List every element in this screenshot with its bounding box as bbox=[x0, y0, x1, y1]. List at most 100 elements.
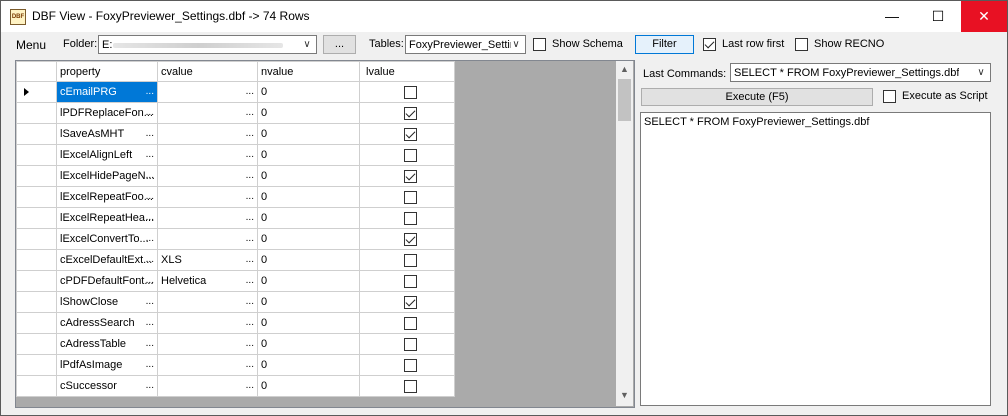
lvalue-checkbox[interactable] bbox=[404, 86, 417, 99]
ellipsis-button[interactable]: ... bbox=[146, 107, 154, 118]
cell-property[interactable]: cSuccessor... bbox=[56, 375, 158, 397]
cell-nvalue[interactable]: 0 bbox=[257, 228, 360, 250]
column-header-nvalue[interactable]: nvalue bbox=[257, 61, 360, 82]
lvalue-checkbox[interactable] bbox=[404, 212, 417, 225]
cell-nvalue[interactable]: 0 bbox=[257, 291, 360, 313]
table-row[interactable]: lPdfAsImage...... 0 bbox=[16, 354, 455, 376]
cell-property[interactable]: lExcelHidePageN...... bbox=[56, 165, 158, 187]
table-row[interactable]: cAdressSearch...... 0 bbox=[16, 312, 455, 334]
lvalue-checkbox[interactable] bbox=[404, 191, 417, 204]
cell-property[interactable]: lExcelConvertTo...... bbox=[56, 228, 158, 250]
cell-cvalue[interactable]: ... bbox=[157, 144, 258, 166]
cell-cvalue[interactable]: XLS... bbox=[157, 249, 258, 271]
cell-property[interactable]: cAdressSearch... bbox=[56, 312, 158, 334]
cell-property[interactable]: lExcelRepeatFoo...... bbox=[56, 186, 158, 208]
cell-cvalue[interactable]: ... bbox=[157, 291, 258, 313]
row-header[interactable] bbox=[16, 165, 57, 187]
cell-nvalue[interactable]: 0 bbox=[257, 165, 360, 187]
column-header-property[interactable]: property bbox=[56, 61, 158, 82]
lvalue-checkbox[interactable] bbox=[404, 380, 417, 393]
show-schema-checkbox[interactable] bbox=[533, 38, 546, 51]
last-row-first-checkbox[interactable] bbox=[703, 38, 716, 51]
cell-nvalue[interactable]: 0 bbox=[257, 354, 360, 376]
ellipsis-button[interactable]: ... bbox=[146, 275, 154, 286]
cell-nvalue[interactable]: 0 bbox=[257, 312, 360, 334]
ellipsis-button[interactable]: ... bbox=[146, 191, 154, 202]
ellipsis-button[interactable]: ... bbox=[246, 86, 254, 97]
tables-combo[interactable]: FoxyPreviewer_Settir ∨ bbox=[405, 35, 526, 54]
last-commands-combo[interactable]: SELECT * FROM FoxyPreviewer_Settings.dbf… bbox=[730, 63, 991, 82]
close-button[interactable]: ✕ bbox=[961, 1, 1007, 32]
cell-cvalue[interactable]: ... bbox=[157, 207, 258, 229]
scroll-thumb[interactable] bbox=[618, 79, 631, 121]
cell-nvalue[interactable]: 0 bbox=[257, 102, 360, 124]
lvalue-checkbox[interactable] bbox=[404, 107, 417, 120]
cell-nvalue[interactable]: 0 bbox=[257, 186, 360, 208]
table-row[interactable]: cPDFDefaultFont...... Helvetica... 0 bbox=[16, 270, 455, 292]
cell-property[interactable]: lPDFReplaceFon...... bbox=[56, 102, 158, 124]
table-row[interactable]: lExcelRepeatHea......... 0 bbox=[16, 207, 455, 229]
ellipsis-button[interactable]: ... bbox=[146, 380, 154, 391]
row-header[interactable] bbox=[16, 333, 57, 355]
lvalue-checkbox[interactable] bbox=[404, 296, 417, 309]
cell-cvalue[interactable]: ... bbox=[157, 354, 258, 376]
execute-button[interactable]: Execute (F5) bbox=[641, 88, 873, 106]
table-row[interactable]: cEmailPRG...... 0 bbox=[16, 81, 455, 103]
ellipsis-button[interactable]: ... bbox=[246, 296, 254, 307]
folder-combo[interactable]: E: ∨ bbox=[98, 35, 317, 54]
row-header[interactable] bbox=[16, 249, 57, 271]
ellipsis-button[interactable]: ... bbox=[146, 296, 154, 307]
ellipsis-button[interactable]: ... bbox=[146, 338, 154, 349]
cell-property[interactable]: cPDFDefaultFont...... bbox=[56, 270, 158, 292]
lvalue-checkbox[interactable] bbox=[404, 149, 417, 162]
cell-property[interactable]: lExcelRepeatHea...... bbox=[56, 207, 158, 229]
ellipsis-button[interactable]: ... bbox=[246, 233, 254, 244]
row-header[interactable] bbox=[16, 207, 57, 229]
menu-button[interactable]: Menu bbox=[16, 38, 46, 52]
scroll-down-icon[interactable]: ▼ bbox=[616, 387, 633, 404]
cell-property[interactable]: lPdfAsImage... bbox=[56, 354, 158, 376]
ellipsis-button[interactable]: ... bbox=[246, 254, 254, 265]
lvalue-checkbox[interactable] bbox=[404, 275, 417, 288]
cell-property[interactable]: lExcelAlignLeft... bbox=[56, 144, 158, 166]
cell-cvalue[interactable]: ... bbox=[157, 312, 258, 334]
ellipsis-button[interactable]: ... bbox=[146, 170, 154, 181]
ellipsis-button[interactable]: ... bbox=[246, 359, 254, 370]
ellipsis-button[interactable]: ... bbox=[246, 128, 254, 139]
cell-cvalue[interactable]: ... bbox=[157, 81, 258, 103]
maximize-button[interactable]: ☐ bbox=[915, 1, 961, 32]
ellipsis-button[interactable]: ... bbox=[146, 233, 154, 244]
filter-button[interactable]: Filter bbox=[635, 35, 694, 54]
sql-editor[interactable]: SELECT * FROM FoxyPreviewer_Settings.dbf bbox=[640, 112, 991, 406]
cell-cvalue[interactable]: ... bbox=[157, 165, 258, 187]
row-header[interactable] bbox=[16, 123, 57, 145]
cell-property[interactable]: cAdressTable... bbox=[56, 333, 158, 355]
row-header[interactable] bbox=[16, 81, 57, 103]
lvalue-checkbox[interactable] bbox=[404, 359, 417, 372]
cell-cvalue[interactable]: ... bbox=[157, 102, 258, 124]
table-row[interactable]: lExcelAlignLeft...... 0 bbox=[16, 144, 455, 166]
table-row[interactable]: cAdressTable...... 0 bbox=[16, 333, 455, 355]
row-header[interactable] bbox=[16, 354, 57, 376]
browse-folder-button[interactable]: ... bbox=[323, 35, 356, 54]
cell-nvalue[interactable]: 0 bbox=[257, 123, 360, 145]
cell-nvalue[interactable]: 0 bbox=[257, 81, 360, 103]
ellipsis-button[interactable]: ... bbox=[146, 317, 154, 328]
cell-cvalue[interactable]: ... bbox=[157, 186, 258, 208]
table-row[interactable]: cSuccessor...... 0 bbox=[16, 375, 455, 397]
cell-property[interactable]: cExcelDefaultExt...... bbox=[56, 249, 158, 271]
cell-cvalue[interactable]: ... bbox=[157, 375, 258, 397]
cell-property[interactable]: lSaveAsMHT... bbox=[56, 123, 158, 145]
row-header[interactable] bbox=[16, 312, 57, 334]
cell-cvalue[interactable]: ... bbox=[157, 333, 258, 355]
scroll-up-icon[interactable]: ▲ bbox=[616, 61, 633, 78]
ellipsis-button[interactable]: ... bbox=[146, 149, 154, 160]
table-row[interactable]: cExcelDefaultExt...... XLS... 0 bbox=[16, 249, 455, 271]
ellipsis-button[interactable]: ... bbox=[246, 170, 254, 181]
cell-nvalue[interactable]: 0 bbox=[257, 207, 360, 229]
row-header[interactable] bbox=[16, 144, 57, 166]
cell-property[interactable]: lShowClose... bbox=[56, 291, 158, 313]
table-row[interactable]: lExcelConvertTo......... 0 bbox=[16, 228, 455, 250]
execute-as-script-checkbox[interactable] bbox=[883, 90, 896, 103]
table-row[interactable]: lExcelHidePageN......... 0 bbox=[16, 165, 455, 187]
